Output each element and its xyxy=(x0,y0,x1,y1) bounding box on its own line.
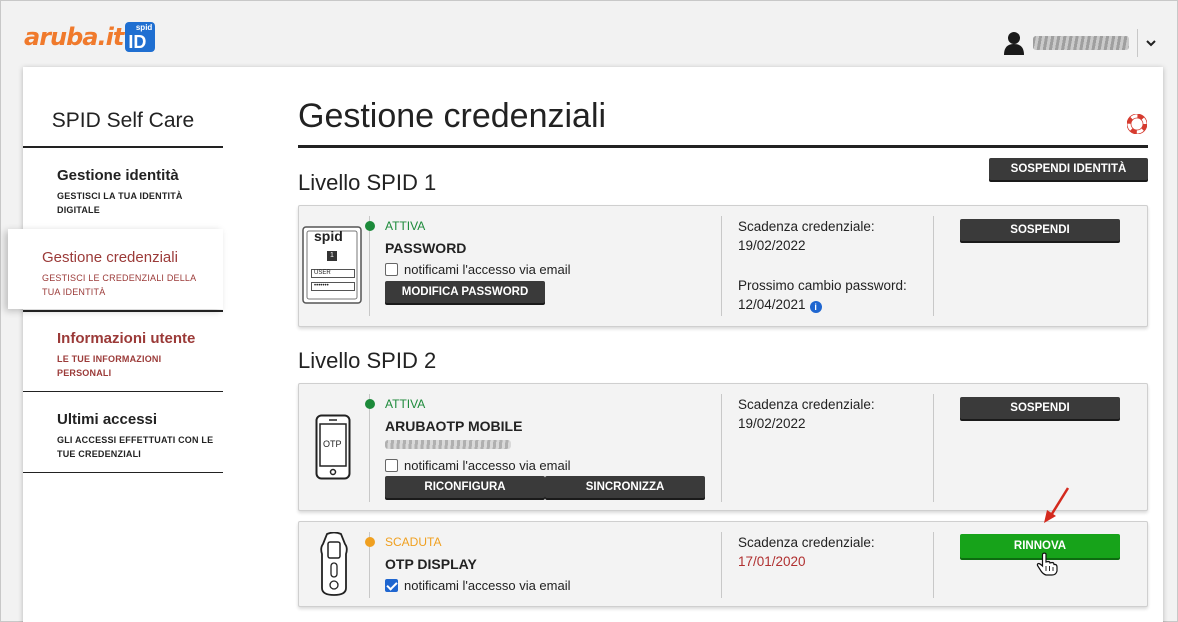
synchronize-button[interactable]: SINCRONIZZA xyxy=(545,476,705,498)
otp-token-icon xyxy=(320,532,348,596)
column-divider xyxy=(933,216,934,316)
expiry-value: 19/02/2022 xyxy=(738,416,806,431)
notify-checkbox[interactable] xyxy=(385,263,398,276)
chevron-down-icon[interactable] xyxy=(1144,36,1158,50)
logo-badge-main: ID xyxy=(128,32,147,52)
suspend-identity-button[interactable]: SOSPENDI IDENTITÀ xyxy=(989,158,1148,180)
notify-label: notificami l'accesso via email xyxy=(404,578,571,593)
spid-icon-pass-field: ••••••• xyxy=(311,282,355,291)
spid-icon-badge: 1 xyxy=(327,251,337,261)
annotation-arrow-icon xyxy=(1044,487,1070,523)
status-label: ATTIVA xyxy=(385,397,426,411)
modify-password-button[interactable]: MODIFICA PASSWORD xyxy=(385,281,545,303)
credential-name: ARUBAOTP MOBILE xyxy=(385,418,523,434)
status-expired-dot xyxy=(365,537,375,547)
notify-label: notificami l'accesso via email xyxy=(404,262,571,277)
sidebar-item-subtitle: GLI ACCESSI EFFETTUATI CON LE TUE CREDEN… xyxy=(57,435,214,459)
level1-title: Livello SPID 1 xyxy=(298,170,437,195)
sidebar-item-label: Informazioni utente xyxy=(57,330,196,347)
sidebar-item-ultimi-accessi[interactable]: Ultimi accessi GLI ACCESSI EFFETTUATI CO… xyxy=(23,411,223,461)
sidebar-item-subtitle: LE TUE INFORMAZIONI PERSONALI xyxy=(57,354,162,378)
column-divider xyxy=(369,216,370,316)
sidebar-title: SPID Self Care xyxy=(51,109,195,132)
lifebuoy-icon[interactable] xyxy=(1127,114,1147,134)
notify-checkbox-checked[interactable] xyxy=(385,579,398,592)
page-title: Gestione credenziali xyxy=(298,97,607,135)
user-icon xyxy=(1004,32,1024,55)
aruba-spid-logo[interactable]: aruba.it spid ID xyxy=(24,18,156,52)
notify-checkbox[interactable] xyxy=(385,459,398,472)
notify-checkbox-row[interactable]: notificami l'accesso via email xyxy=(385,578,571,593)
credential-arubaotp-mobile: OTP ATTIVA ARUBAOTP MOBILE notificami l'… xyxy=(298,383,1148,511)
password-change-row: 12/04/2021 i xyxy=(738,297,822,313)
column-divider xyxy=(721,394,722,502)
column-divider xyxy=(721,216,722,316)
column-divider xyxy=(933,532,934,598)
user-menu[interactable] xyxy=(1003,28,1158,58)
credential-otp-display: SCADUTA OTP DISPLAY notificami l'accesso… xyxy=(298,521,1148,607)
user-name-redacted xyxy=(1033,36,1129,50)
sidebar-item-gestione-credenziali[interactable]: Gestione credenziali GESTISCI LE CREDENZ… xyxy=(8,229,223,309)
status-active-dot xyxy=(365,221,375,231)
sidebar-divider xyxy=(23,310,223,312)
sidebar-item-informazioni-utente[interactable]: Informazioni utente LE TUE INFORMAZIONI … xyxy=(23,330,223,380)
password-change-label: Prossimo cambio password: xyxy=(738,278,907,293)
column-divider xyxy=(721,532,722,598)
status-label: SCADUTA xyxy=(385,535,442,549)
sidebar-divider xyxy=(23,391,223,392)
sidebar-item-subtitle: GESTISCI LE CREDENZIALI DELLA TUA IDENTI… xyxy=(42,273,196,297)
expiry-label: Scadenza credenziale: xyxy=(738,397,875,412)
credential-name: OTP DISPLAY xyxy=(385,556,477,572)
credential-name: PASSWORD xyxy=(385,240,467,256)
sidebar-divider xyxy=(23,146,223,148)
sidebar-item-subtitle: GESTISCI LA TUA IDENTITÀ DIGITALE xyxy=(57,191,183,215)
hand-cursor-icon xyxy=(1036,552,1058,576)
sidebar-item-label: Gestione credenziali xyxy=(42,249,178,266)
notify-checkbox-row[interactable]: notificami l'accesso via email xyxy=(385,262,571,277)
spid-icon-user-field: USER xyxy=(311,269,355,278)
title-divider xyxy=(298,145,1148,148)
password-change-value: 12/04/2021 xyxy=(738,297,806,312)
level2-title: Livello SPID 2 xyxy=(298,348,437,373)
sidebar-item-label: Ultimi accessi xyxy=(57,411,158,428)
logo-badge-top: spid xyxy=(135,23,153,32)
logo-text: aruba.it xyxy=(24,23,124,51)
suspend-button[interactable]: SOSPENDI xyxy=(960,397,1120,419)
expiry-label: Scadenza credenziale: xyxy=(738,535,875,550)
spid-icon-text: spid xyxy=(314,228,343,244)
status-active-dot xyxy=(365,399,375,409)
column-divider xyxy=(933,394,934,502)
otp-icon-text: OTP xyxy=(323,439,342,449)
info-icon[interactable]: i xyxy=(809,301,822,313)
spid-id-badge: spid ID xyxy=(125,22,156,52)
column-divider xyxy=(369,394,370,502)
reconfigure-button[interactable]: RICONFIGURA xyxy=(385,476,545,498)
notify-checkbox-row[interactable]: notificami l'accesso via email xyxy=(385,458,571,473)
expiry-value-expired: 17/01/2020 xyxy=(738,554,806,569)
user-divider xyxy=(1137,29,1138,57)
sidebar-item-label: Gestione identità xyxy=(57,167,179,184)
sidebar-item-gestione-identita[interactable]: Gestione identità GESTISCI LA TUA IDENTI… xyxy=(23,167,223,217)
status-label: ATTIVA xyxy=(385,219,426,233)
notify-label: notificami l'accesso via email xyxy=(404,458,571,473)
expiry-value: 19/02/2022 xyxy=(738,238,806,253)
credential-password: spid 1 USER ••••••• ATTIVA PASSWORD noti… xyxy=(298,205,1148,327)
suspend-button[interactable]: SOSPENDI xyxy=(960,219,1120,241)
expiry-label: Scadenza credenziale: xyxy=(738,219,875,234)
main-panel: SPID Self Care Gestione identità GESTISC… xyxy=(8,67,1163,622)
sidebar-divider xyxy=(23,472,223,473)
device-id-redacted xyxy=(385,440,511,449)
